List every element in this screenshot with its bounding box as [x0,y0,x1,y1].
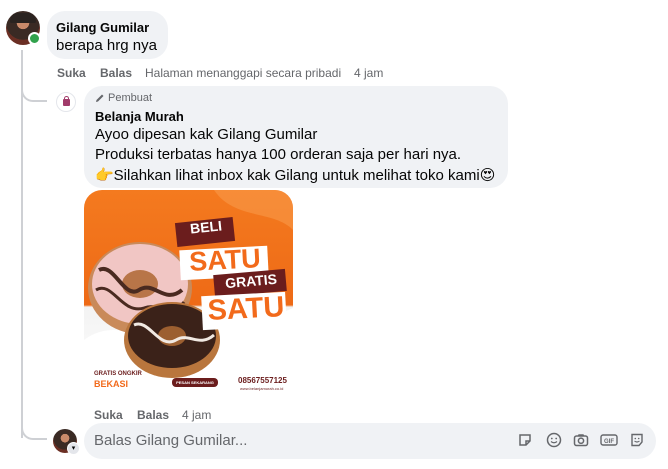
promo-footer-left: GRATIS ONGKIR [94,371,142,377]
camera-icon[interactable] [572,432,590,450]
reply-line-3[interactable]: 👉Silahkan lihat inbox kak Gilang untuk m… [95,166,495,184]
promo-image[interactable]: BELI SATU GRATIS SATU GRATIS ONGKIR BEKA… [84,190,293,399]
gif-icon[interactable]: GIF [600,432,618,450]
online-status-dot [28,32,41,45]
comment-author[interactable]: Gilang Gumilar [56,20,149,35]
reply-button[interactable]: Balas [137,408,169,422]
like-button[interactable]: Suka [94,408,123,422]
author-badge: Pembuat [95,92,152,104]
chevron-down-icon[interactable]: ▾ [67,442,80,455]
reply-time[interactable]: 4 jam [182,408,211,422]
promo-footer-left2: BEKASI [94,379,129,389]
reply-author[interactable]: Belanja Murah [95,109,184,124]
like-button[interactable]: Suka [57,66,86,80]
comment-bubble: Gilang Gumilar berapa hrg nya [47,11,168,59]
sticker-icon[interactable] [516,432,534,450]
pencil-icon [96,94,104,102]
author-badge-label: Pembuat [108,92,153,104]
comment-time[interactable]: 4 jam [354,66,383,80]
thread-connector [21,76,47,102]
comment-text: berapa hrg nya [56,37,157,54]
promo-footer-phone: 08567557125 [238,376,287,385]
reply-button[interactable]: Balas [100,66,132,80]
reply-line-1: Ayoo dipesan kak Gilang Gumilar [95,126,318,143]
page-avatar[interactable] [56,92,76,112]
promo-line-4: SATU [206,291,286,327]
thread-connector [21,414,47,440]
promo-footer-small: www.belanjamurah.co.id [240,386,284,391]
reply-line-2: Produksi terbatas hanya 100 orderan saja… [95,146,462,163]
reply-input-placeholder[interactable]: Balas Gilang Gumilar... [94,432,247,449]
private-reply-note: Halaman menanggapi secara pribadi [145,66,342,80]
current-user-avatar[interactable]: ▾ [53,429,80,455]
thread-line [21,50,23,438]
svg-text:GIF: GIF [604,439,614,445]
promo-footer-button: PESAN SEKARANG [176,380,214,385]
commenter-avatar[interactable] [6,11,41,45]
emoji-icon[interactable] [545,432,563,450]
reply-bubble: Pembuat Belanja Murah Ayoo dipesan kak G… [84,86,508,188]
shopping-bag-icon [62,95,70,106]
avatar-sticker-icon[interactable] [628,432,646,450]
